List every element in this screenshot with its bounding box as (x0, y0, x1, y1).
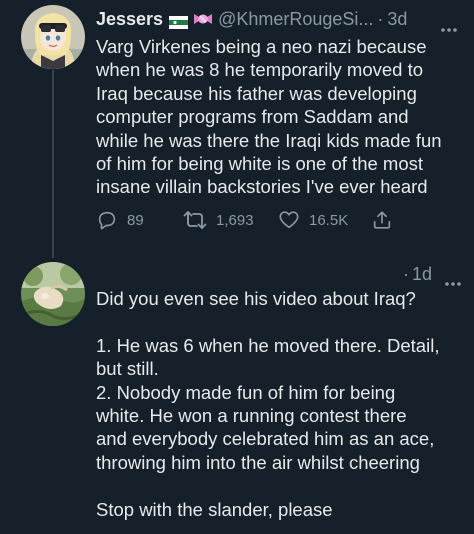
display-name[interactable]: Jessers (96, 9, 163, 30)
thread-connector (52, 70, 54, 258)
reply-icon (96, 209, 118, 231)
timestamp[interactable]: 3d (387, 9, 407, 30)
more-icon[interactable] (444, 271, 462, 286)
retweet-count: 1,693 (216, 211, 254, 229)
reply-button[interactable]: 89 (96, 209, 183, 231)
tweet-header: · 1d (403, 262, 462, 286)
retweet-icon (183, 209, 207, 231)
like-count: 16.5K (309, 211, 349, 229)
avatar[interactable] (21, 262, 85, 326)
heart-icon (278, 209, 300, 231)
tweet-header: Jessers @KhmerRougeSi... · 3d (96, 6, 462, 32)
separator-dot: · (377, 8, 384, 29)
share-button[interactable] (371, 209, 393, 231)
tweet-actions: 89 1,693 16.5K (96, 208, 393, 232)
more-icon[interactable] (440, 17, 458, 32)
retweet-button[interactable]: 1,693 (183, 209, 278, 231)
reply-count: 89 (127, 211, 144, 229)
candy-icon (193, 11, 213, 27)
tweet-text: Did you even see his video about Iraq? 1… (96, 288, 440, 520)
like-button[interactable]: 16.5K (278, 209, 371, 231)
separator-dot: · (402, 263, 409, 284)
timestamp[interactable]: 1d (412, 264, 432, 285)
share-icon (371, 209, 393, 231)
user-handle[interactable]: @KhmerRougeSi... (218, 9, 373, 30)
flag-icon (169, 13, 189, 29)
avatar[interactable] (21, 5, 85, 69)
tweet-text: Varg Virkenes being a neo nazi because w… (96, 36, 442, 198)
